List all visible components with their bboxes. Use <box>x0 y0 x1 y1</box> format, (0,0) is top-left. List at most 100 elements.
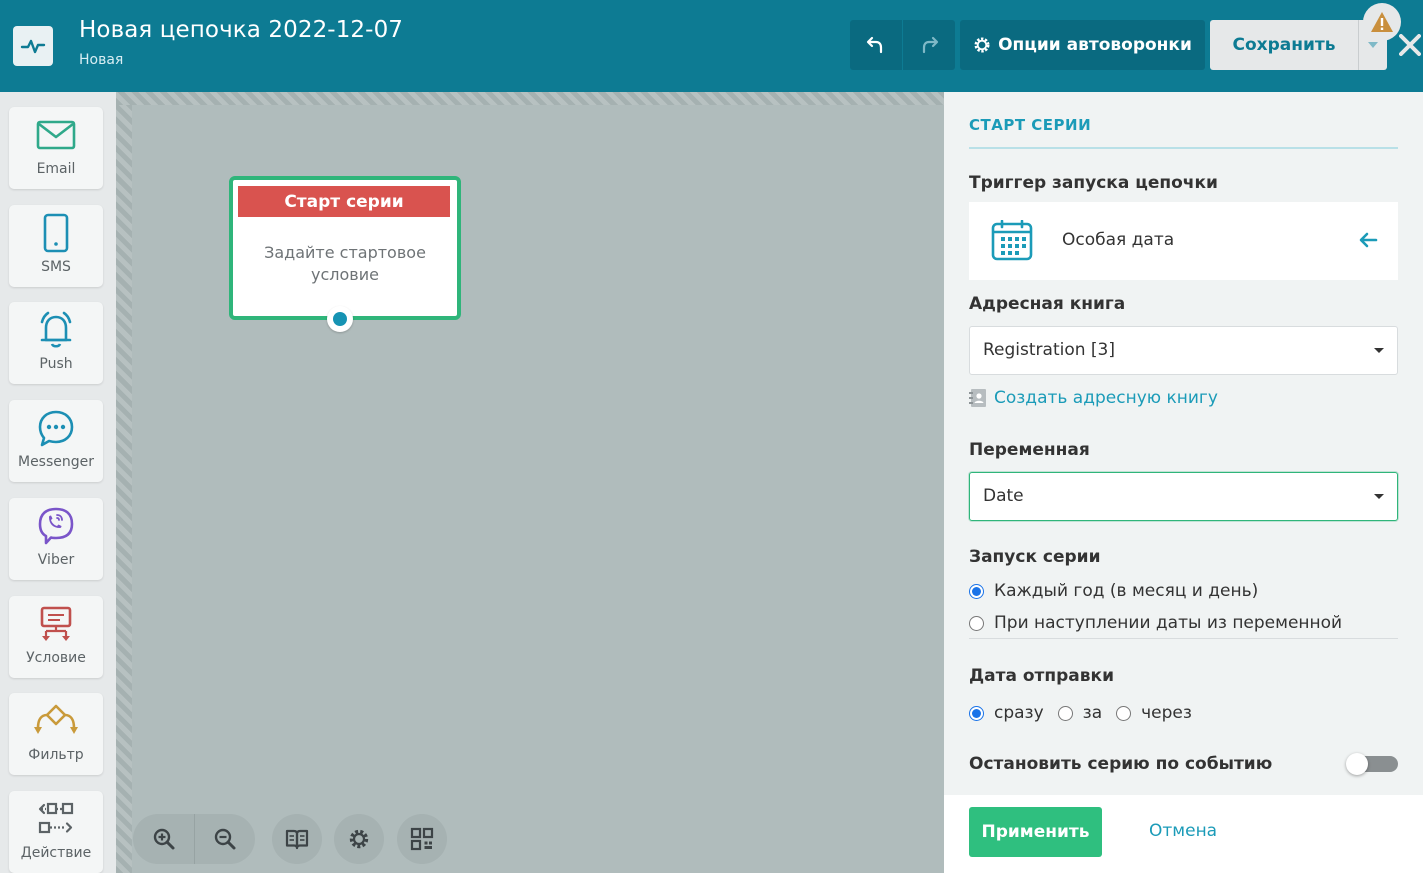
stop-series-label: Остановить серию по событию <box>969 754 1273 774</box>
radio-button[interactable] <box>1057 705 1073 721</box>
history-controls <box>850 20 955 70</box>
settings-panel: СТАРТ СЕРИИ Триггер запуска цепочки Особ… <box>944 92 1423 795</box>
launch-option-label: Каждый год (в месяц и день) <box>994 581 1259 601</box>
canvas-top-edge <box>116 92 944 105</box>
launch-option-label: При наступлении даты из переменной <box>994 613 1343 633</box>
variable-select[interactable]: Date <box>969 472 1398 521</box>
apply-button[interactable]: Применить <box>969 807 1102 857</box>
zoom-in-icon <box>153 828 174 850</box>
stop-series-toggle[interactable] <box>1346 753 1398 775</box>
launch-option-yearly[interactable]: Каждый год (в месяц и день) <box>969 581 1258 601</box>
send-date-option-immediately[interactable]: сразу <box>994 703 1044 723</box>
calendar-icon <box>991 220 1033 261</box>
toggle-knob <box>1346 753 1368 775</box>
canvas-settings-button[interactable] <box>334 814 384 864</box>
address-book-label: Адресная книга <box>969 294 1126 314</box>
app-logo[interactable] <box>13 26 53 66</box>
page-status: Новая <box>79 52 124 68</box>
chevron-down-icon <box>1368 42 1378 48</box>
palette-item-label: Фильтр <box>28 747 84 763</box>
layout-button[interactable] <box>397 814 447 864</box>
gear-icon <box>349 829 369 849</box>
zoom-out-icon <box>214 828 236 850</box>
redo-icon <box>922 36 938 54</box>
palette-item-label: Email <box>36 161 76 177</box>
page-title: Новая цепочка 2022-12-07 <box>79 17 404 43</box>
viber-icon <box>38 507 74 545</box>
create-address-book-label: Создать адресную книгу <box>994 388 1218 408</box>
guide-button[interactable] <box>272 814 322 864</box>
start-node-hint: Задайте стартовое условие <box>264 243 426 284</box>
create-address-book-link[interactable]: Создать адресную книгу <box>969 388 1218 408</box>
app-header: Новая цепочка 2022-12-07 Новая Опции авт… <box>0 0 1423 92</box>
palette-item-label: SMS <box>41 259 71 275</box>
palette-item-messenger[interactable]: Messenger <box>9 400 103 482</box>
launch-option-variable-date[interactable]: При наступлении даты из переменной <box>969 613 1342 633</box>
variable-label: Переменная <box>969 440 1090 460</box>
chevron-down-icon <box>1374 494 1384 499</box>
filter-icon <box>34 704 78 734</box>
radio-button[interactable] <box>969 705 984 721</box>
zoom-out-button[interactable] <box>194 814 255 864</box>
chevron-down-icon <box>1374 348 1384 353</box>
palette-item-label: Viber <box>37 552 75 568</box>
radio-button[interactable] <box>1116 705 1132 721</box>
address-book-icon <box>969 389 986 407</box>
section-divider <box>969 638 1398 639</box>
save-button[interactable]: Сохранить <box>1210 20 1358 70</box>
funnel-options-label: Опции автоворонки <box>998 35 1192 55</box>
undo-icon <box>866 36 883 54</box>
warning-icon <box>1371 12 1393 32</box>
palette-item-push[interactable]: Push <box>9 302 103 384</box>
palette-item-label: Действие <box>20 845 92 861</box>
send-date-label: Дата отправки <box>969 666 1114 686</box>
radio-button[interactable] <box>969 583 984 599</box>
palette-item-email[interactable]: Email <box>9 107 103 189</box>
palette-item-label: Условие <box>26 650 86 666</box>
envelope-icon <box>36 120 76 150</box>
arrow-left-icon[interactable] <box>1358 230 1378 250</box>
gear-icon <box>974 37 990 53</box>
palette-item-action[interactable]: Действие <box>9 791 103 873</box>
redo-button[interactable] <box>902 20 954 70</box>
panel-title-divider <box>969 147 1398 149</box>
port-dot <box>333 312 347 326</box>
palette-item-label: Push <box>39 356 73 372</box>
book-icon <box>285 829 309 850</box>
panel-footer: Применить Отмена <box>944 795 1423 873</box>
palette-item-condition[interactable]: Условие <box>9 596 103 678</box>
radio-button[interactable] <box>969 615 984 631</box>
panel-title: СТАРТ СЕРИИ <box>969 116 1092 134</box>
send-date-options: сразу за через <box>969 703 1192 723</box>
palette-item-viber[interactable]: Viber <box>9 498 103 580</box>
save-button-group: Сохранить <box>1210 20 1387 70</box>
send-date-option-after[interactable]: через <box>1141 703 1192 723</box>
bell-icon <box>40 311 72 348</box>
phone-icon <box>43 213 69 253</box>
palette-item-filter[interactable]: Фильтр <box>9 693 103 775</box>
close-icon <box>1398 33 1421 56</box>
launch-label: Запуск серии <box>969 547 1101 567</box>
trigger-card[interactable]: Особая дата <box>969 202 1398 280</box>
chat-bubble-icon <box>38 410 74 447</box>
cancel-button[interactable]: Отмена <box>1149 821 1217 841</box>
funnel-options-button[interactable]: Опции автоворонки <box>960 20 1205 70</box>
close-button[interactable] <box>1396 31 1423 58</box>
start-node[interactable]: Старт серии Задайте стартовое условие <box>229 176 461 320</box>
qr-layout-icon <box>410 827 434 851</box>
address-book-value: Registration [3] <box>983 340 1115 360</box>
start-node-output-port[interactable] <box>327 306 353 332</box>
address-book-select[interactable]: Registration [3] <box>969 326 1398 375</box>
trigger-label: Триггер запуска цепочки <box>969 173 1218 193</box>
palette-edge <box>116 92 132 873</box>
pulse-icon <box>20 39 46 54</box>
undo-button[interactable] <box>850 20 902 70</box>
action-icon <box>38 802 74 834</box>
start-node-title: Старт серии <box>238 186 450 217</box>
palette-item-sms[interactable]: SMS <box>9 205 103 287</box>
trigger-value: Особая дата <box>1062 230 1175 250</box>
condition-icon <box>40 606 72 641</box>
send-date-option-before[interactable]: за <box>1083 703 1102 723</box>
variable-value: Date <box>983 486 1024 506</box>
zoom-in-button[interactable] <box>133 814 194 864</box>
